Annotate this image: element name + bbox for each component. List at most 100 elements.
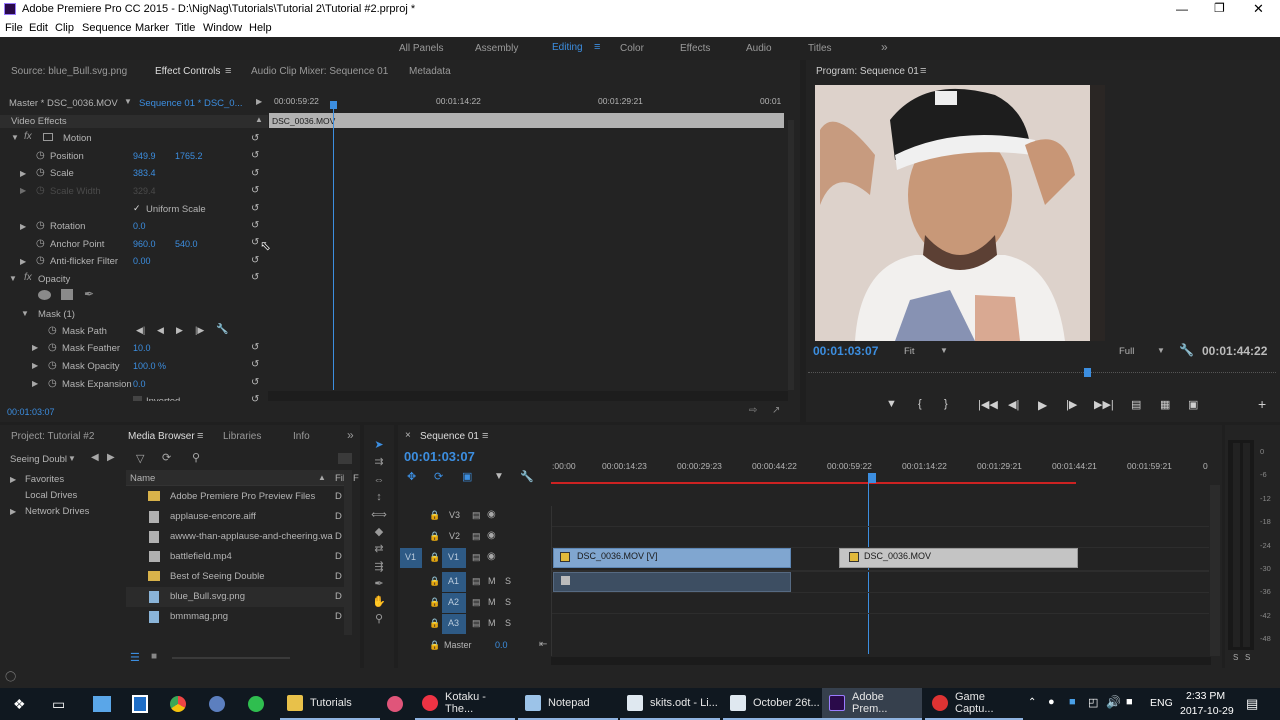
reset-icon[interactable]: ↺ — [251, 147, 263, 164]
tray-icon[interactable]: ● — [1048, 696, 1055, 708]
stopwatch-icon[interactable]: ◷ — [36, 150, 45, 161]
reset-icon[interactable]: ↺ — [251, 269, 263, 286]
language-indicator[interactable]: ENG — [1150, 697, 1173, 709]
track-forward-icon[interactable]: ▶ — [176, 325, 183, 336]
filter-icon[interactable]: ⇨ — [749, 405, 757, 416]
play-only-icon[interactable]: ▶ — [256, 97, 262, 106]
network-expand-icon[interactable]: ▶ — [10, 507, 16, 516]
timeline-timecode[interactable]: 00:01:03:07 — [404, 449, 475, 464]
reset-icon[interactable]: ↺ — [251, 374, 259, 391]
stopwatch-icon[interactable]: ◷ — [36, 238, 45, 249]
lock-icon[interactable]: 🔒 — [429, 531, 440, 542]
sync-lock-icon[interactable]: ▤ — [472, 618, 481, 629]
program-playhead[interactable] — [1084, 368, 1091, 377]
track-select-tool-icon[interactable]: ⇉ — [370, 454, 388, 471]
timeline-ruler[interactable]: :00:00 00:00:14:23 00:00:29:23 00:00:44:… — [551, 459, 1211, 485]
ellipse-mask-icon[interactable] — [38, 290, 51, 300]
mask-expand-icon[interactable]: ▼ — [21, 309, 29, 318]
timeline-clip-a1[interactable] — [553, 572, 791, 592]
pen-tool-icon[interactable]: ✒ — [370, 576, 388, 593]
list-item[interactable]: bmmmag.png D — [126, 607, 344, 627]
lift-icon[interactable]: ▤ — [1131, 398, 1141, 411]
track-target-a2[interactable]: A2 — [442, 593, 466, 613]
zoom-slider[interactable] — [172, 657, 290, 659]
menu-marker[interactable]: Marker — [135, 22, 169, 34]
tab-menu-icon[interactable]: ≡ — [197, 430, 203, 442]
mask-opacity-value[interactable]: 100.0 % — [133, 361, 166, 371]
action-center-icon[interactable]: ▤ — [1246, 696, 1258, 712]
menu-clip[interactable]: Clip — [55, 22, 74, 34]
solo-button[interactable]: S — [505, 576, 511, 586]
program-scrub-bar[interactable] — [808, 372, 1276, 386]
rectangle-mask-icon[interactable] — [61, 289, 73, 300]
track-target-a3[interactable]: A3 — [442, 614, 466, 634]
back-arrow-icon[interactable]: ◀ — [91, 452, 99, 463]
workspace-color[interactable]: Color — [620, 43, 644, 54]
windows-start-icon[interactable]: ❖ — [13, 696, 26, 713]
collapse-up-icon[interactable]: ▲ — [255, 115, 263, 124]
mute-button[interactable]: M — [488, 618, 496, 628]
tree-network-drives[interactable]: Network Drives — [25, 506, 89, 517]
master-volume-value[interactable]: 0.0 — [495, 640, 508, 650]
search-icon[interactable]: ⚲ — [192, 451, 200, 464]
tab-metadata[interactable]: Metadata — [409, 66, 451, 77]
chevron-down-icon[interactable]: ▼ — [940, 346, 948, 355]
favorites-expand-icon[interactable]: ▶ — [10, 475, 16, 484]
mask-opacity-expand-icon[interactable]: ▶ — [32, 361, 38, 370]
maximize-icon[interactable]: ❐ — [1214, 1, 1225, 15]
menu-sequence[interactable]: Sequence — [82, 22, 132, 34]
reset-icon[interactable]: ↺ — [251, 165, 263, 182]
mask-expansion-expand-icon[interactable]: ▶ — [32, 379, 38, 388]
tree-favorites[interactable]: Favorites — [25, 474, 64, 485]
track-back-icon[interactable]: ◀ — [157, 325, 164, 336]
tab-effect-controls[interactable]: Effect Controls — [155, 66, 220, 77]
stopwatch-icon[interactable]: ◷ — [48, 342, 57, 353]
lock-icon[interactable]: 🔒 — [429, 552, 440, 563]
refresh-icon[interactable]: ⟳ — [162, 451, 171, 464]
track-target-v1[interactable]: V1 — [442, 548, 466, 568]
add-button-icon[interactable]: + — [1258, 396, 1266, 412]
sync-lock-icon[interactable]: ▤ — [472, 576, 481, 587]
tray-icon[interactable]: ■ — [1126, 696, 1133, 708]
opacity-expand-icon[interactable]: ▼ — [9, 274, 17, 283]
position-x-value[interactable]: 949.9 — [133, 151, 156, 161]
name-column-header[interactable]: Name — [130, 473, 155, 484]
eye-icon[interactable]: ◉ — [487, 509, 496, 520]
workspace-effects[interactable]: Effects — [680, 43, 710, 54]
anchor-x-value[interactable]: 960.0 — [133, 239, 156, 249]
go-to-end-icon[interactable]: ⇤ — [539, 639, 547, 650]
sequence-tab[interactable]: Sequence 01 — [420, 431, 479, 442]
wrench-icon[interactable]: 🔧 — [1179, 343, 1194, 357]
reset-icon[interactable]: ↺ — [251, 200, 263, 217]
workspace-overflow-icon[interactable]: » — [881, 40, 888, 54]
slide-tool-icon[interactable]: ⇶ — [370, 559, 388, 576]
wrench-icon[interactable]: 🔧 — [520, 470, 534, 483]
music-app-icon[interactable] — [387, 696, 403, 712]
file-explorer-icon[interactable] — [93, 696, 111, 712]
rotation-value[interactable]: 0.0 — [133, 221, 146, 231]
list-view-icon[interactable]: ☰ — [130, 651, 140, 664]
reset-icon[interactable]: ↺ — [251, 252, 263, 269]
tab-source[interactable]: Source: blue_Bull.svg.png — [11, 66, 127, 77]
fx-icon[interactable]: fx — [24, 131, 32, 142]
menu-title[interactable]: Title — [175, 22, 195, 34]
taskbar-item-skits[interactable]: skits.odt - Li... — [620, 688, 720, 720]
workspace-menu-icon[interactable]: ≡ — [594, 41, 600, 53]
clock-time[interactable]: 2:33 PM — [1186, 690, 1225, 702]
timeline-vertical-scrollbar[interactable] — [1210, 485, 1220, 656]
reset-icon[interactable]: ↺ — [251, 217, 263, 234]
mark-in-icon[interactable]: { — [918, 398, 922, 410]
panel-menu-icon[interactable]: ≡ — [920, 65, 926, 77]
taskbar-item-tutorials[interactable]: Tutorials — [280, 688, 380, 720]
sync-lock-icon[interactable]: ▤ — [472, 531, 481, 542]
workspace-editing[interactable]: Editing — [552, 42, 583, 53]
track-target-a1[interactable]: A1 — [442, 572, 466, 592]
reset-icon[interactable]: ↺ — [251, 130, 263, 147]
list-item[interactable]: applause-encore.aiff D — [126, 507, 344, 527]
scale-expand-icon[interactable]: ▶ — [20, 169, 26, 178]
tab-media-browser[interactable]: Media Browser — [128, 431, 195, 442]
stopwatch-icon[interactable]: ◷ — [48, 378, 57, 389]
tray-icon[interactable]: ■ — [1069, 696, 1076, 708]
taskbar-item-october[interactable]: October 26t... — [723, 688, 823, 720]
slip-tool-icon[interactable]: ⇄ — [370, 541, 388, 558]
